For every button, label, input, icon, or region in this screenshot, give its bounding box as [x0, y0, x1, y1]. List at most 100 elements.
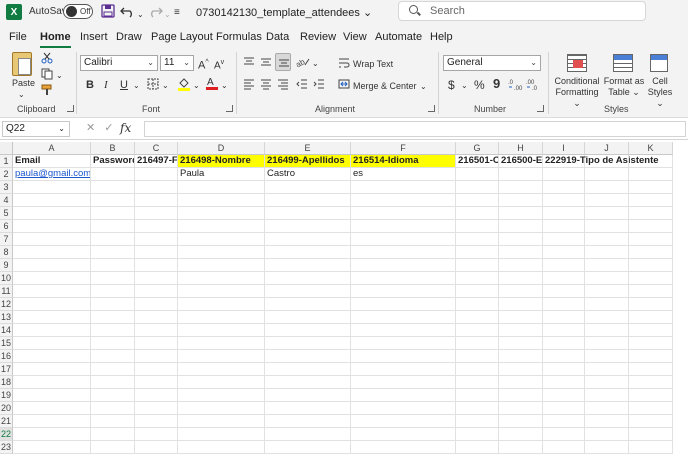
column-header-j[interactable]: J — [585, 142, 629, 155]
cell-d11[interactable] — [178, 285, 265, 298]
cell-h8[interactable] — [499, 246, 543, 259]
cell-k18[interactable] — [629, 376, 673, 389]
cell-i11[interactable] — [543, 285, 585, 298]
cell-e18[interactable] — [265, 376, 351, 389]
column-header-a[interactable]: A — [13, 142, 91, 155]
cell-e19[interactable] — [265, 389, 351, 402]
cell-j7[interactable] — [585, 233, 629, 246]
cell-e13[interactable] — [265, 311, 351, 324]
cell-e8[interactable] — [265, 246, 351, 259]
cell-g12[interactable] — [456, 298, 499, 311]
row-header-17[interactable]: 17 — [0, 363, 13, 376]
tab-insert[interactable]: Insert — [80, 31, 108, 43]
font-name-select[interactable]: Calibri ⌄ — [80, 55, 158, 71]
number-launcher-icon[interactable] — [537, 105, 544, 112]
font-color-icon[interactable]: A — [205, 75, 219, 95]
cell-g15[interactable] — [456, 337, 499, 350]
cell-j14[interactable] — [585, 324, 629, 337]
cell-i19[interactable] — [543, 389, 585, 402]
cell-c13[interactable] — [135, 311, 178, 324]
cell-b12[interactable] — [91, 298, 135, 311]
cell-d15[interactable] — [178, 337, 265, 350]
name-box[interactable]: Q22 ⌄ — [2, 121, 70, 137]
align-left-icon[interactable] — [243, 78, 255, 94]
customize-qat-icon[interactable]: ≡ — [174, 5, 180, 21]
cell-d7[interactable] — [178, 233, 265, 246]
cell-g13[interactable] — [456, 311, 499, 324]
cell-c6[interactable] — [135, 220, 178, 233]
cell-i3[interactable] — [543, 181, 585, 194]
cell-d6[interactable] — [178, 220, 265, 233]
row-header-15[interactable]: 15 — [0, 337, 13, 350]
orientation-icon[interactable]: ab — [294, 55, 310, 71]
cell-h17[interactable] — [499, 363, 543, 376]
format-painter-icon[interactable] — [41, 84, 53, 100]
italic-button[interactable]: I — [104, 78, 108, 92]
merge-center-button[interactable]: Merge & Center — [353, 79, 417, 93]
row-header-8[interactable]: 8 — [0, 246, 13, 259]
cell-j20[interactable] — [585, 402, 629, 415]
fill-color-icon[interactable] — [177, 76, 191, 96]
cell-c10[interactable] — [135, 272, 178, 285]
cell-h12[interactable] — [499, 298, 543, 311]
cell-j11[interactable] — [585, 285, 629, 298]
cell-e21[interactable] — [265, 415, 351, 428]
row-header-22[interactable]: 22 — [0, 428, 13, 441]
cell-b10[interactable] — [91, 272, 135, 285]
cell-b15[interactable] — [91, 337, 135, 350]
cell-i21[interactable] — [543, 415, 585, 428]
cell-e12[interactable] — [265, 298, 351, 311]
cell-c23[interactable] — [135, 441, 178, 454]
cell-b8[interactable] — [91, 246, 135, 259]
underline-dropdown-icon[interactable]: ⌄ — [133, 79, 140, 93]
cell-d23[interactable] — [178, 441, 265, 454]
row-header-20[interactable]: 20 — [0, 402, 13, 415]
row-header-9[interactable]: 9 — [0, 259, 13, 272]
cell-k23[interactable] — [629, 441, 673, 454]
cell-j2[interactable] — [585, 168, 629, 181]
cell-e5[interactable] — [265, 207, 351, 220]
cell-d20[interactable] — [178, 402, 265, 415]
cell-e11[interactable] — [265, 285, 351, 298]
cell-e17[interactable] — [265, 363, 351, 376]
cell-b4[interactable] — [91, 194, 135, 207]
cell-e20[interactable] — [265, 402, 351, 415]
column-header-e[interactable]: E — [265, 142, 351, 155]
column-header-f[interactable]: F — [351, 142, 456, 155]
cell-i20[interactable] — [543, 402, 585, 415]
cut-icon[interactable] — [41, 52, 53, 68]
row-header-10[interactable]: 10 — [0, 272, 13, 285]
cell-k9[interactable] — [629, 259, 673, 272]
cell-a6[interactable] — [13, 220, 91, 233]
font-size-select[interactable]: 11 ⌄ — [160, 55, 194, 71]
column-header-c[interactable]: C — [135, 142, 178, 155]
cell-styles-icon[interactable] — [650, 54, 668, 72]
cell-d2[interactable]: Paula — [178, 168, 265, 181]
cell-h2[interactable] — [499, 168, 543, 181]
cell-b7[interactable] — [91, 233, 135, 246]
cell-e14[interactable] — [265, 324, 351, 337]
cell-d8[interactable] — [178, 246, 265, 259]
cell-a19[interactable] — [13, 389, 91, 402]
cell-h16[interactable] — [499, 350, 543, 363]
cell-b23[interactable] — [91, 441, 135, 454]
underline-button[interactable]: U — [120, 78, 128, 92]
cell-j1[interactable] — [585, 155, 629, 168]
tab-file[interactable]: File — [9, 31, 27, 43]
cell-f18[interactable] — [351, 376, 456, 389]
cell-j5[interactable] — [585, 207, 629, 220]
cell-g3[interactable] — [456, 181, 499, 194]
cell-f1[interactable]: 216514-Idioma — [351, 155, 456, 168]
cell-k3[interactable] — [629, 181, 673, 194]
cell-d5[interactable] — [178, 207, 265, 220]
search-input[interactable]: Search — [398, 1, 646, 21]
cell-j9[interactable] — [585, 259, 629, 272]
cell-k5[interactable] — [629, 207, 673, 220]
cell-h10[interactable] — [499, 272, 543, 285]
align-top-icon[interactable] — [243, 56, 255, 72]
cell-k20[interactable] — [629, 402, 673, 415]
cell-a10[interactable] — [13, 272, 91, 285]
cell-a9[interactable] — [13, 259, 91, 272]
cell-a22[interactable] — [13, 428, 91, 441]
row-header-4[interactable]: 4 — [0, 194, 13, 207]
